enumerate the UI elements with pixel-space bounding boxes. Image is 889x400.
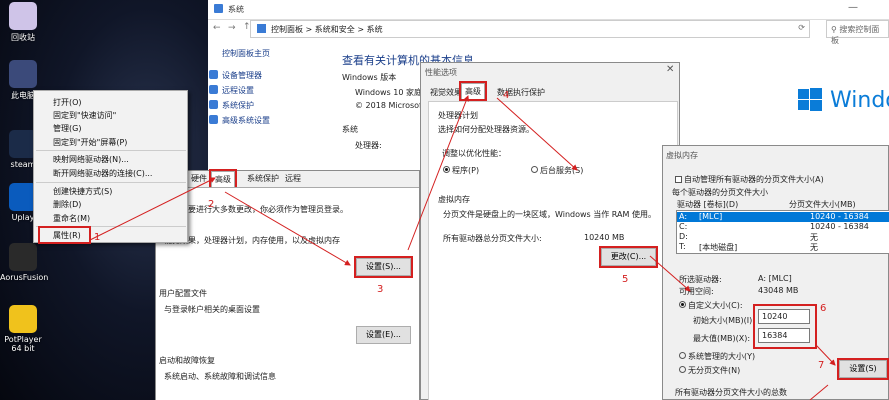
arrow-1 [89,177,216,241]
arrow-3 [407,95,469,251]
arrow-2 [224,191,351,266]
step-6-label: 6 [820,303,827,314]
step-5-label: 5 [622,274,629,285]
arrow-5 [649,255,691,292]
step-4-label: 4 [503,90,510,101]
step-3-label: 3 [377,284,384,295]
annotation-arrows [89,95,836,400]
step-7-label: 7 [818,360,825,371]
arrow-7 [809,384,829,400]
arrow-4 [496,97,578,171]
step-1-label: 1 [94,232,101,243]
step-2-label: 2 [208,199,215,210]
